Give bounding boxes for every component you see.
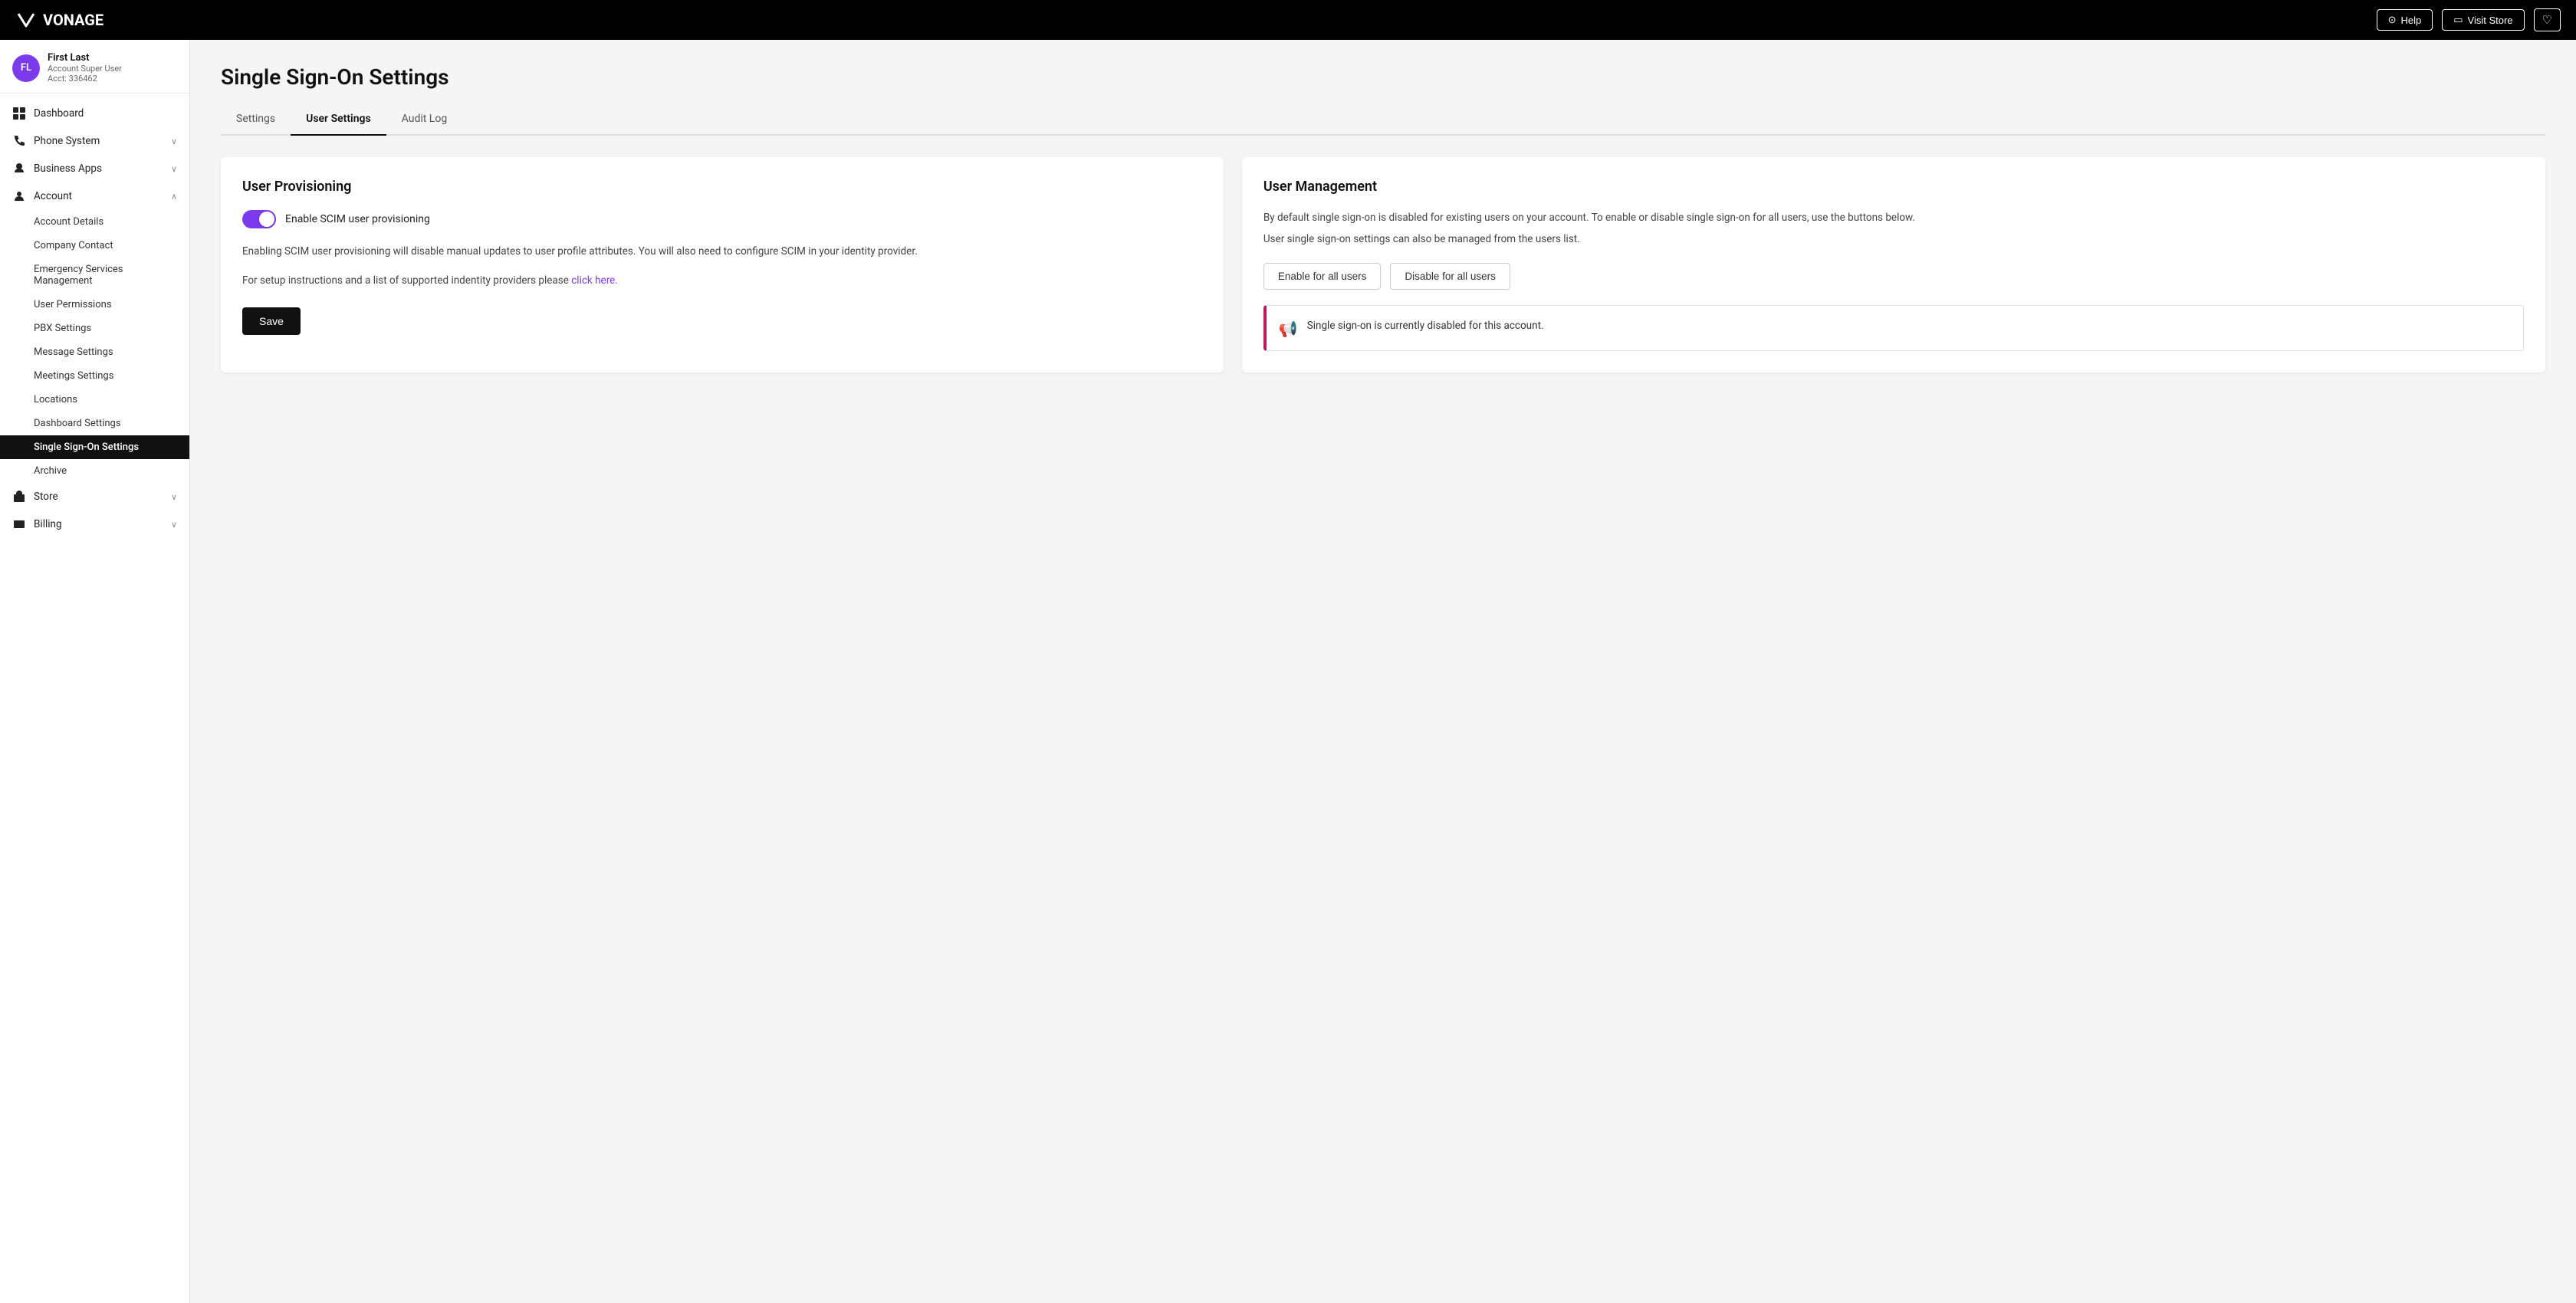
sso-status-alert: 📢 Single sign-on is currently disabled f…	[1263, 305, 2524, 351]
sidebar-item-business-apps[interactable]: Business Apps ∨	[0, 155, 189, 182]
sidebar-item-dashboard[interactable]: Dashboard	[0, 100, 189, 127]
sidebar-item-account[interactable]: Account ∧	[0, 182, 189, 210]
user-provisioning-title: User Provisioning	[242, 179, 1202, 195]
sidebar-item-dashboard-label: Dashboard	[34, 107, 84, 120]
save-button[interactable]: Save	[242, 307, 301, 335]
visit-store-button[interactable]: ▭ Visit Store	[2442, 9, 2524, 31]
tab-audit-log[interactable]: Audit Log	[386, 105, 463, 136]
sidebar-item-locations[interactable]: Locations	[0, 388, 189, 412]
user-provisioning-card: User Provisioning Enable SCIM user provi…	[221, 157, 1224, 373]
user-name: First Last	[48, 52, 122, 64]
sidebar-item-company-contact[interactable]: Company Contact	[0, 234, 189, 258]
scim-toggle[interactable]	[242, 210, 276, 228]
alert-message: Single sign-on is currently disabled for…	[1307, 318, 1544, 333]
toggle-knob	[259, 212, 274, 227]
sidebar-item-store[interactable]: Store ∨	[0, 483, 189, 510]
store-chevron: ∨	[171, 492, 177, 502]
sidebar-item-billing-label: Billing	[34, 518, 62, 530]
sidebar-item-user-permissions[interactable]: User Permissions	[0, 293, 189, 317]
business-apps-icon	[12, 162, 26, 176]
help-button[interactable]: ⊙ Help	[2377, 9, 2433, 31]
sidebar-item-business-label: Business Apps	[34, 162, 102, 175]
enable-all-users-button[interactable]: Enable for all users	[1263, 263, 1382, 290]
user-role: Account Super User	[48, 64, 122, 74]
main-nav: Dashboard Phone System ∨	[0, 94, 189, 544]
account-icon	[12, 189, 26, 203]
sidebar-item-pbx-settings[interactable]: PBX Settings	[0, 317, 189, 340]
setup-text: For setup instructions and a list of sup…	[242, 273, 1202, 290]
sidebar-item-dashboard-settings[interactable]: Dashboard Settings	[0, 412, 189, 435]
mgmt-button-row: Enable for all users Disable for all use…	[1263, 263, 2524, 290]
billing-chevron: ∨	[171, 520, 177, 530]
user-management-title: User Management	[1263, 179, 2524, 195]
sidebar-item-account-label: Account	[34, 190, 72, 202]
sidebar-item-store-label: Store	[34, 491, 58, 503]
user-account: Acct: 336462	[48, 74, 122, 84]
user-info: First Last Account Super User Acct: 3364…	[48, 52, 122, 84]
heart-icon: ♡	[2542, 14, 2552, 27]
content-grid: User Provisioning Enable SCIM user provi…	[221, 157, 2545, 373]
mgmt-description-2: User single sign-on settings can also be…	[1263, 231, 2524, 248]
scim-toggle-label: Enable SCIM user provisioning	[285, 213, 430, 225]
user-management-card: User Management By default single sign-o…	[1242, 157, 2545, 373]
store-icon: ▭	[2453, 14, 2463, 26]
vonage-logo-text: VONAGE	[43, 11, 104, 29]
user-section: FL First Last Account Super User Acct: 3…	[0, 40, 189, 94]
megaphone-icon: 📢	[1279, 320, 1298, 338]
tab-user-settings[interactable]: User Settings	[291, 105, 386, 136]
tab-bar: Settings User Settings Audit Log	[221, 105, 2545, 136]
sidebar-item-account-details[interactable]: Account Details	[0, 210, 189, 234]
sidebar-item-phone-system[interactable]: Phone System ∨	[0, 127, 189, 155]
disable-all-users-button[interactable]: Disable for all users	[1390, 263, 1510, 290]
sidebar-item-billing[interactable]: Billing ∨	[0, 510, 189, 538]
dashboard-icon	[12, 107, 26, 120]
avatar: FL	[12, 54, 40, 82]
sidebar-item-meetings-settings[interactable]: Meetings Settings	[0, 364, 189, 388]
sidebar-item-phone-label: Phone System	[34, 135, 100, 147]
account-chevron: ∧	[171, 192, 177, 202]
phone-icon	[12, 134, 26, 148]
billing-icon	[12, 517, 26, 531]
main-content: Single Sign-On Settings Settings User Se…	[190, 40, 2576, 1303]
favorites-button[interactable]: ♡	[2534, 8, 2561, 31]
topnav-actions: ⊙ Help ▭ Visit Store ♡	[2377, 8, 2561, 31]
mgmt-description-1: By default single sign-on is disabled fo…	[1263, 210, 2524, 227]
sidebar-item-emergency-services[interactable]: Emergency Services Management	[0, 258, 189, 293]
help-icon: ⊙	[2388, 14, 2397, 26]
page-title: Single Sign-On Settings	[221, 64, 2545, 90]
vonage-logo: VONAGE	[15, 9, 104, 31]
sidebar-item-message-settings[interactable]: Message Settings	[0, 340, 189, 364]
store-nav-icon	[12, 490, 26, 504]
phone-system-chevron: ∨	[171, 136, 177, 146]
vonage-logo-icon	[15, 9, 37, 31]
scim-toggle-row: Enable SCIM user provisioning	[242, 210, 1202, 228]
top-navigation: VONAGE ⊙ Help ▭ Visit Store ♡	[0, 0, 2576, 40]
sidebar-item-archive[interactable]: Archive	[0, 459, 189, 483]
click-here-link[interactable]: click here.	[571, 274, 618, 287]
business-apps-chevron: ∨	[171, 164, 177, 174]
sidebar: FL First Last Account Super User Acct: 3…	[0, 40, 190, 1303]
sidebar-item-single-sign-on[interactable]: Single Sign-On Settings	[0, 435, 189, 459]
tab-settings[interactable]: Settings	[221, 105, 291, 136]
scim-description: Enabling SCIM user provisioning will dis…	[242, 244, 1202, 261]
